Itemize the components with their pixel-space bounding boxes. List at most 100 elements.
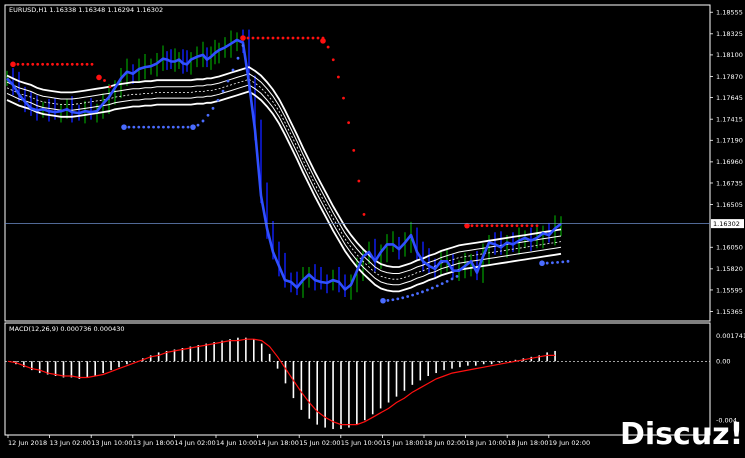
sar-dot [142,125,146,129]
price-tick-label: 1.15595 [716,286,743,294]
sar-dot [391,298,395,302]
sar-dot [80,62,84,66]
macd-title: MACD(12,26,9) 0.000736 0.000430 [9,325,125,333]
sar-dot [495,224,499,228]
time-tick-label: 14 Jun 02:00 [174,439,215,447]
time-tick-label: 13 Jun 18:00 [133,439,174,447]
time-tick-label: 13 Jun 10:00 [91,439,132,447]
time-tick-label: 18 Jun 18:00 [507,439,548,447]
sar-dot [216,98,220,102]
sar-dot [421,290,424,294]
sar-dot [331,58,335,62]
sar-dot [342,96,345,100]
sar-dot [190,124,196,130]
sar-dot [530,224,534,228]
sar-dot [440,282,444,286]
sar-dot [500,224,504,228]
sar-dot [347,121,351,125]
sar-dot [132,125,136,129]
price-tick-label: 1.16050 [716,244,743,252]
time-tick-label: 15 Jun 18:00 [382,439,423,447]
price-tick-label: 1.17645 [716,94,743,102]
sar-dot [306,36,310,40]
macd-histogram [15,337,556,430]
sar-dot [525,224,529,228]
sar-dot [450,277,454,281]
sar-dot [65,62,69,66]
sar-dot [121,124,127,130]
time-axis: 12 Jun 2018 13 Jun 02:00 13 Jun 10:00 13 Ju… [7,435,590,447]
sar-dot [455,274,459,278]
sar-dot [96,74,102,81]
sar-dot [326,45,330,49]
sar-dot [36,62,40,66]
sar-dot [171,125,175,129]
sar-dot [281,36,285,40]
sar-dot [401,296,405,300]
chart-header-text: EURUSD,H1 1.16338 1.16348 1.16294 1.1630… [9,6,163,14]
sar-dot [396,297,400,301]
sar-dot [266,36,270,40]
time-tick-label: 15 Jun 10:00 [341,439,382,447]
sar-dot [147,125,151,129]
sar-dot [41,62,45,66]
price-tick-label: 1.18100 [716,51,743,59]
sar-dot [162,125,165,129]
price-panel: EURUSD,H1 1.16338 1.16348 1.16294 1.1630… [4,4,744,322]
sar-dot [291,36,295,40]
sar-dot [152,125,155,129]
sar-dot [256,36,260,40]
sar-dot [362,213,366,216]
sar-dot [176,125,180,129]
current-price-tag: 1.16302 [711,219,744,229]
sar-dot [545,261,549,265]
sar-dot [261,36,265,40]
sar-dot [271,36,275,40]
sar-dot [276,36,280,40]
sar-dot [406,295,410,298]
macd-signal-line [7,338,556,426]
sar-dot [301,36,305,40]
price-tick-label: 1.16960 [716,158,743,166]
sar-dot [435,284,439,288]
current-price-tag-text: 1.16302 [713,220,740,228]
sar-dot [311,36,315,40]
time-tick-label: 12 Jun 2018 [8,439,47,447]
sar-dot [181,125,185,129]
sar-dot [480,224,484,228]
sar-dot [51,62,54,66]
time-tick-label: 18 Jun 10:00 [466,439,507,447]
sar-dot [10,61,16,68]
sar-dot [103,79,106,82]
sar-dot [56,62,59,66]
sar-dot [221,89,225,93]
price-tick-label: 1.17190 [716,137,743,145]
sar-dot [108,85,112,89]
sar-dot [510,224,514,228]
sar-dot [316,36,320,40]
candles-layer [6,29,562,300]
channel-outer-upper [6,66,562,268]
sar-dot [336,75,340,79]
sar-dot [70,62,74,66]
sar-dot [16,62,20,66]
chart-canvas: EURUSD,H1 1.16338 1.16348 1.16294 1.1630… [4,4,745,452]
sar-dot [85,62,89,66]
sar-dot [470,224,474,228]
sar-dot [539,260,545,267]
macd-tick-label: 0.00 [716,358,730,366]
price-tick-label: 1.15820 [716,265,743,273]
sar-dot [196,123,200,127]
sar-dot [201,119,205,123]
sar-dot [485,224,489,228]
sar-dot [75,62,79,66]
sar-dot [206,113,210,117]
sar-dot [561,260,565,264]
sar-dot [352,148,356,152]
time-tick-label: 18 Jun 02:00 [424,439,465,447]
price-tick-label: 1.16505 [716,201,743,209]
sar-dot [26,62,30,66]
sar-dot [566,259,570,263]
discuz-watermark: Discuz! [620,417,743,452]
price-tick-label: 1.17415 [716,115,743,123]
